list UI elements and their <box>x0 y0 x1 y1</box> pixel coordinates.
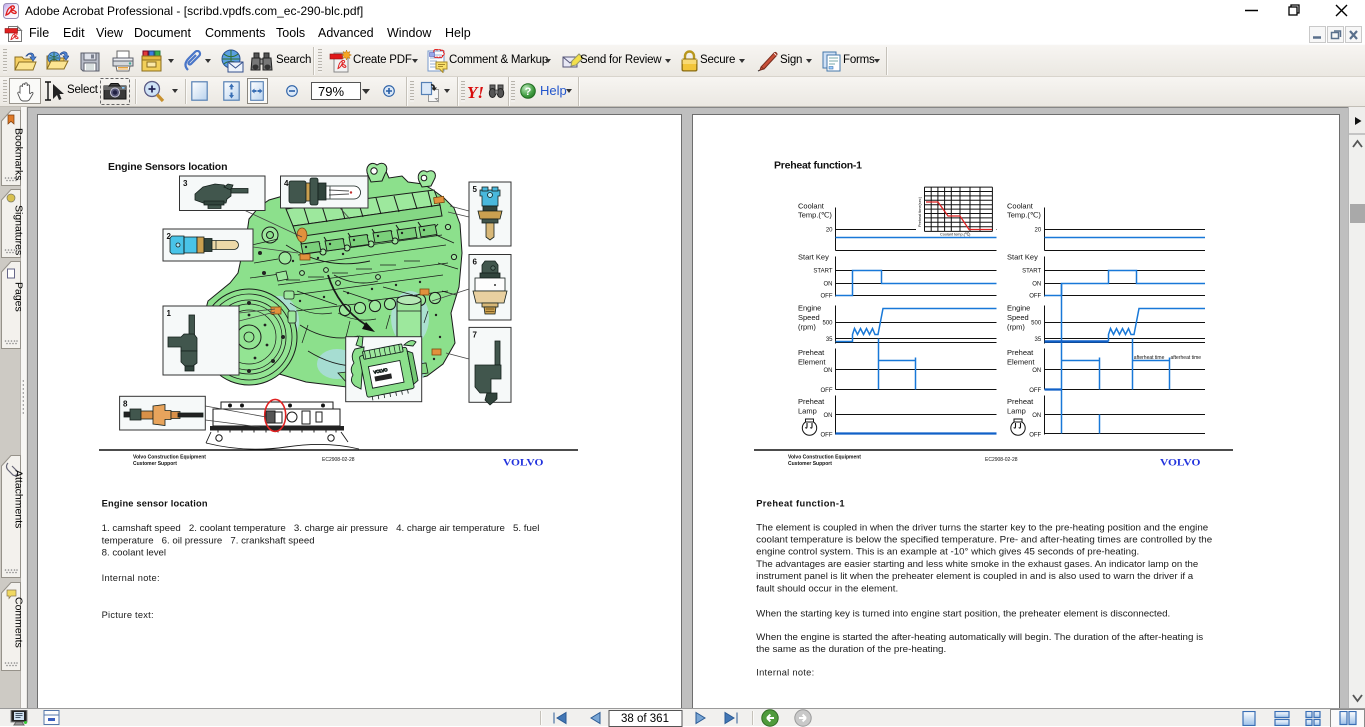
svg-text:ON: ON <box>824 368 833 374</box>
svg-text:3: 3 <box>183 179 188 188</box>
svg-text:Preheat: Preheat <box>798 397 825 406</box>
svg-text:ON: ON <box>1032 368 1041 374</box>
svg-text:35: 35 <box>826 337 833 343</box>
svg-text:Customer Support: Customer Support <box>133 461 177 467</box>
svg-text:Engine: Engine <box>798 304 821 313</box>
svg-text:Engine sensor location: Engine sensor location <box>102 499 208 509</box>
svg-text:EC2908-02-28: EC2908-02-28 <box>985 457 1018 463</box>
svg-text:Attachments: Attachments <box>13 470 25 528</box>
svg-text:the same as the duration of th: the same as the duration of the pre-heat… <box>756 644 946 654</box>
svg-text:20: 20 <box>1035 228 1042 234</box>
svg-text:ON: ON <box>824 282 833 288</box>
svg-text:Preheat function-1: Preheat function-1 <box>756 499 844 509</box>
svg-text:Y!: Y! <box>467 83 484 102</box>
svg-text:Engine Sensors location: Engine Sensors location <box>108 161 228 173</box>
svg-text:Start Key: Start Key <box>1007 252 1038 261</box>
svg-text:VOLVO: VOLVO <box>503 458 545 468</box>
svg-text:(rpm): (rpm) <box>798 323 816 332</box>
svg-text:The advantages are easier star: The advantages are easier starting and l… <box>756 559 1198 569</box>
svg-text:When the starting key is turne: When the starting key is turned into eng… <box>756 608 1170 618</box>
svg-text:(rpm): (rpm) <box>1007 323 1025 332</box>
svg-text:When the engine is started the: When the engine is started the after-hea… <box>756 632 1203 642</box>
svg-text:Customer Support: Customer Support <box>788 461 832 467</box>
svg-text:Internal note:: Internal note: <box>756 667 814 677</box>
svg-text:START: START <box>1022 269 1041 275</box>
svg-text:Temp.(℃): Temp.(℃) <box>798 211 832 220</box>
svg-text:Internal note:: Internal note: <box>102 573 160 583</box>
svg-text:Lamp: Lamp <box>1007 406 1026 415</box>
svg-text:instrument panel is lit when t: instrument panel is lit when the preheat… <box>756 571 1194 581</box>
svg-text:temperature 6. oil pressure: temperature 6. oil pressure 7. crankshaf… <box>102 535 315 545</box>
svg-text:35: 35 <box>1035 337 1042 343</box>
svg-text:Start Key: Start Key <box>798 252 829 261</box>
svg-text:The element is coupled in when: The element is coupled in when the drive… <box>756 523 1208 533</box>
svg-text:Preheat function-1: Preheat function-1 <box>774 160 862 172</box>
svg-text:Element: Element <box>1007 358 1035 367</box>
svg-text:Engine: Engine <box>1007 304 1030 313</box>
svg-text:OFF: OFF <box>821 388 833 394</box>
svg-text:VOLVO: VOLVO <box>1160 458 1202 468</box>
svg-text:Speed: Speed <box>1007 313 1029 322</box>
svg-text:Bookmarks: Bookmarks <box>13 128 25 181</box>
svg-text:4: 4 <box>284 179 289 188</box>
svg-text:Coolant: Coolant <box>1007 202 1034 211</box>
svg-text:8. coolant level: 8. coolant level <box>102 548 167 558</box>
svg-text:Preheat: Preheat <box>1007 397 1034 406</box>
svg-text:5: 5 <box>473 185 478 194</box>
svg-text:20: 20 <box>826 228 833 234</box>
svg-text:Coolant temp.(℃): Coolant temp.(℃) <box>940 233 971 237</box>
svg-text:fault should occur in the elem: fault should occur in the element. <box>756 583 898 593</box>
svg-text:Picture text:: Picture text: <box>102 610 154 620</box>
svg-text:Preheat time(sec): Preheat time(sec) <box>918 196 922 227</box>
svg-text:Pages: Pages <box>13 282 25 312</box>
svg-text:Speed: Speed <box>798 313 820 322</box>
svg-text:Lamp: Lamp <box>798 406 817 415</box>
svg-text:OFF: OFF <box>1029 294 1041 300</box>
svg-text:EC2908-02-28: EC2908-02-28 <box>322 457 355 463</box>
svg-text:Comments: Comments <box>13 597 25 648</box>
svg-text:Signatures: Signatures <box>13 205 25 255</box>
svg-text:engine control system. This is: engine control system. This is an exampl… <box>756 547 1139 557</box>
svg-text:OFF: OFF <box>821 432 833 438</box>
svg-text:ON: ON <box>824 413 833 419</box>
svg-text:Preheat: Preheat <box>1007 348 1034 357</box>
svg-text:500: 500 <box>1031 321 1042 327</box>
svg-text:ON: ON <box>1032 413 1041 419</box>
svg-text:38 of 361: 38 of 361 <box>621 713 669 725</box>
svg-text:OFF: OFF <box>821 294 833 300</box>
svg-text:1. camshaft speed 2. coolant: 1. camshaft speed 2. coolant temperature… <box>102 523 540 533</box>
svg-text:8: 8 <box>123 399 128 408</box>
svg-text:Volvo Construction Equipment: Volvo Construction Equipment <box>133 455 206 461</box>
svg-text:Coolant: Coolant <box>798 202 825 211</box>
svg-text:OFF: OFF <box>1029 432 1041 438</box>
svg-text:1: 1 <box>167 309 172 318</box>
svg-text:OFF: OFF <box>1029 388 1041 394</box>
svg-text:Element: Element <box>798 358 826 367</box>
svg-text:6: 6 <box>473 258 478 267</box>
svg-text:7: 7 <box>473 330 478 339</box>
svg-text:ON: ON <box>1032 282 1041 288</box>
svg-text:coolant temperature is below t: coolant temperature is below the specifi… <box>756 535 1212 545</box>
svg-text:START: START <box>813 269 832 275</box>
svg-text:500: 500 <box>822 321 833 327</box>
svg-text:afterheat time: afterheat time <box>1171 355 1202 361</box>
svg-text:Volvo Construction Equipment: Volvo Construction Equipment <box>788 455 861 461</box>
svg-text:afterheat time: afterheat time <box>1134 355 1165 361</box>
svg-text:?: ? <box>525 86 532 98</box>
svg-text:Temp.(℃): Temp.(℃) <box>1007 211 1041 220</box>
svg-text:Preheat: Preheat <box>798 348 825 357</box>
